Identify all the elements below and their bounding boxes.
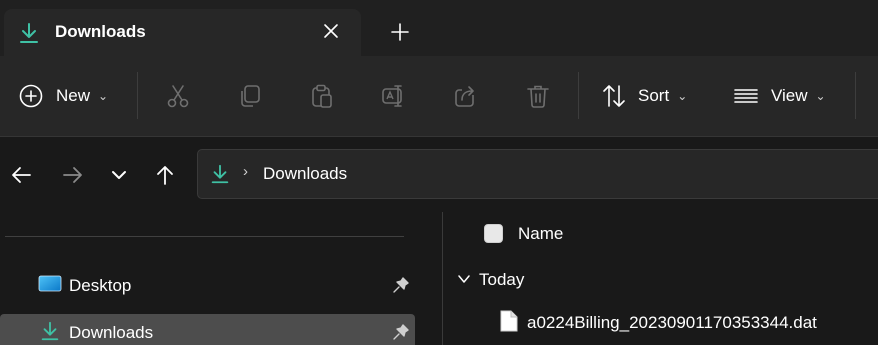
chevron-down-icon: ⌄	[98, 89, 109, 103]
plus-icon[interactable]	[388, 20, 412, 44]
navigation-pane: Desktop Downloads	[0, 212, 415, 345]
address-row: › Downloads	[0, 136, 878, 212]
view-button[interactable]: View ⌄	[733, 56, 826, 136]
toolbar-divider	[137, 72, 138, 119]
divider	[5, 236, 404, 237]
recent-locations-chevron-icon[interactable]	[107, 163, 131, 187]
download-arrow-icon	[20, 23, 38, 43]
paste-icon	[312, 84, 332, 108]
toolbar-divider	[578, 72, 579, 119]
new-label: New	[56, 86, 91, 105]
column-header-name[interactable]: Name	[518, 224, 563, 244]
toolbar-divider	[855, 72, 856, 119]
chevron-down-icon[interactable]	[457, 272, 471, 286]
file-icon	[500, 310, 518, 332]
share-icon	[455, 86, 474, 107]
view-label: View	[771, 86, 808, 105]
plus-circle-icon	[19, 84, 43, 108]
list-item[interactable]: a0224Billing_20230901170353344.dat	[443, 304, 878, 340]
download-arrow-icon	[41, 321, 59, 341]
tab-downloads[interactable]: Downloads	[4, 9, 361, 56]
share-button[interactable]	[453, 56, 479, 136]
sidebar-item-label: Downloads	[69, 323, 154, 342]
view-icon	[734, 89, 758, 103]
tab-title: Downloads	[55, 22, 146, 41]
chevron-down-icon: ⌄	[815, 89, 826, 103]
file-name: a0224Billing_20230901170353344.dat	[527, 313, 817, 332]
back-arrow-icon[interactable]	[9, 163, 33, 187]
download-arrow-icon	[211, 164, 229, 184]
sidebar-item-label: Desktop	[69, 276, 132, 295]
sidebar-item-downloads[interactable]: Downloads	[0, 314, 415, 345]
sort-button[interactable]: Sort ⌄	[601, 56, 687, 136]
sidebar-item-desktop[interactable]: Desktop	[0, 267, 415, 303]
address-bar[interactable]: › Downloads	[197, 149, 878, 199]
delete-icon	[527, 85, 549, 108]
breadcrumb-separator[interactable]: ›	[243, 163, 248, 180]
rename-button[interactable]	[381, 56, 407, 136]
select-all-checkbox[interactable]	[484, 224, 503, 243]
copy-button[interactable]	[237, 56, 263, 136]
desktop-folder-icon	[38, 275, 62, 292]
sort-label: Sort	[638, 86, 670, 105]
chevron-down-icon: ⌄	[677, 89, 688, 103]
breadcrumb-downloads[interactable]: Downloads	[263, 164, 347, 184]
group-header-today[interactable]: Today	[479, 270, 524, 290]
paste-button[interactable]	[309, 56, 335, 136]
pin-icon[interactable]	[392, 276, 410, 294]
file-list: Name Today a0224Billing_2023090117035334…	[443, 212, 878, 345]
close-icon[interactable]	[320, 20, 342, 42]
command-bar: New ⌄ Sort ⌄ View ⌄	[0, 56, 878, 136]
rename-icon	[382, 85, 402, 107]
cut-button[interactable]	[165, 56, 191, 136]
pin-icon[interactable]	[392, 323, 410, 341]
copy-icon	[241, 85, 260, 107]
up-arrow-icon[interactable]	[153, 163, 177, 187]
new-button[interactable]: New ⌄	[18, 56, 108, 136]
cut-icon	[167, 85, 189, 108]
title-bar: Downloads	[0, 0, 878, 56]
sort-icon	[603, 85, 625, 107]
forward-arrow-icon[interactable]	[61, 163, 85, 187]
delete-button[interactable]	[525, 56, 551, 136]
